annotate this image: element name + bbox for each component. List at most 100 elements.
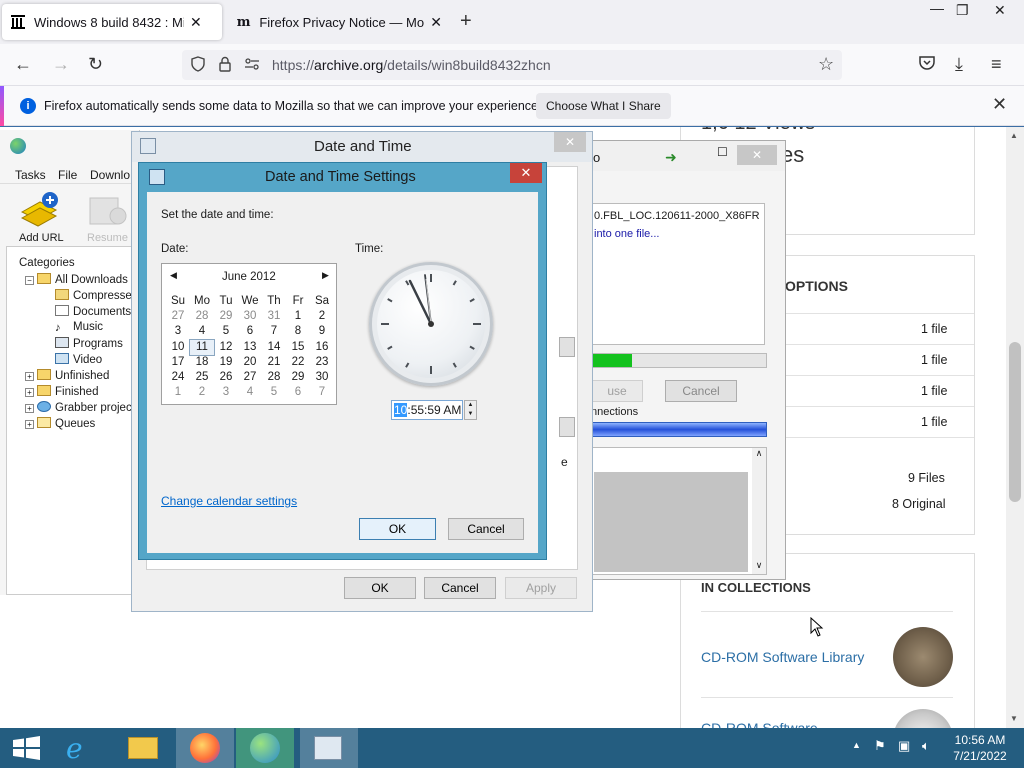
calendar-day[interactable]: 16 (310, 340, 334, 355)
volume-muted-icon[interactable]: 🔈︎ (922, 738, 930, 754)
calendar-day[interactable]: 28 (262, 370, 286, 385)
calendar-day[interactable]: 12 (214, 340, 238, 355)
menu-file[interactable]: File (58, 168, 77, 182)
shield-icon[interactable] (190, 56, 206, 75)
original-count[interactable]: 8 Original (892, 497, 946, 511)
forward-icon[interactable]: → (52, 54, 70, 75)
month-label[interactable]: June 2012 (222, 271, 276, 283)
calendar-day[interactable]: 22 (286, 355, 310, 370)
scrollbar-thumb[interactable] (1009, 342, 1021, 502)
list-scrollbar[interactable]: ∧ ∨ (752, 448, 766, 574)
show-hidden-icons[interactable]: ▲ (852, 740, 861, 750)
calendar-day[interactable]: 1 (286, 309, 310, 324)
calendar-day[interactable]: 27 (238, 370, 262, 385)
pocket-icon[interactable] (918, 54, 936, 77)
next-month-icon[interactable]: ▶ (322, 270, 329, 281)
time-rest[interactable]: :55:59 AM (407, 403, 461, 417)
calendar-day[interactable]: 18 (190, 355, 214, 370)
ok-button[interactable]: OK (344, 577, 416, 599)
calendar-day[interactable]: 2 (190, 385, 214, 400)
reload-icon[interactable]: ↻ (88, 54, 103, 75)
calendar-day[interactable]: 7 (262, 324, 286, 339)
close-tab-icon[interactable]: ✕ (190, 14, 202, 31)
system-clock[interactable]: 10:56 AM 7/21/2022 (944, 732, 1016, 764)
file-count[interactable]: 1 file (921, 384, 947, 398)
change-calendar-link[interactable]: Change calendar settings (161, 494, 297, 508)
file-count[interactable]: 1 file (921, 415, 947, 429)
spin-down-icon[interactable]: ▼ (465, 410, 476, 419)
scroll-down-icon[interactable]: ▼ (1010, 714, 1018, 723)
lock-icon[interactable] (218, 56, 232, 75)
tab-archive[interactable]: Windows 8 build 8432 : Microsc ✕ (2, 4, 222, 40)
tree-all-downloads[interactable]: − All Downloads (25, 273, 128, 286)
close-icon[interactable]: ✕ (737, 145, 777, 165)
calendar-day[interactable]: 6 (286, 385, 310, 400)
calendar-day[interactable]: 8 (286, 324, 310, 339)
menu-icon[interactable]: ≡ (991, 54, 1002, 75)
choose-what-i-share-button[interactable]: Choose What I Share (536, 93, 671, 119)
calendar-day[interactable]: 29 (286, 370, 310, 385)
url-text[interactable]: https://archive.org/details/win8build843… (272, 57, 551, 73)
calendar[interactable]: ◀ June 2012 ▶ Su Mo Tu We Th Fr Sa 27 28 29 30 31 1 2… (161, 263, 337, 405)
taskbar-explorer[interactable] (114, 728, 172, 768)
calendar-day[interactable]: 2 (310, 309, 334, 324)
calendar-day[interactable]: 3 (214, 385, 238, 400)
prev-month-icon[interactable]: ◀ (170, 270, 177, 281)
menu-tasks[interactable]: Tasks (15, 168, 46, 182)
time-input[interactable]: 10:55:59 AM (391, 400, 463, 420)
collection-link[interactable]: CD-ROM Software (701, 720, 818, 728)
calendar-day[interactable]: 26 (214, 370, 238, 385)
resume-button[interactable]: Resume (84, 190, 130, 244)
calendar-day[interactable]: 21 (262, 355, 286, 370)
calendar-day[interactable]: 5 (262, 385, 286, 400)
calendar-day[interactable]: 3 (166, 324, 190, 339)
time-hour[interactable]: 10 (394, 403, 408, 417)
calendar-day[interactable]: 29 (214, 309, 238, 324)
calendar-day[interactable]: 17 (166, 355, 190, 370)
network-icon[interactable]: ▣ (898, 738, 910, 754)
calendar-day[interactable]: 5 (214, 324, 238, 339)
taskbar-ie[interactable]: e (52, 728, 110, 768)
close-icon[interactable]: ✕ (554, 132, 586, 152)
apply-button[interactable]: Apply (505, 577, 577, 599)
calendar-day[interactable]: 30 (238, 309, 262, 324)
file-count[interactable]: 1 file (921, 322, 947, 336)
downloads-icon[interactable]: ⤓ (955, 54, 963, 75)
maximize-icon[interactable]: ☐ (717, 145, 728, 159)
url-bar[interactable]: https://archive.org/details/win8build843… (182, 50, 842, 80)
start-button[interactable] (0, 728, 58, 768)
calendar-day[interactable]: 28 (190, 309, 214, 324)
calendar-day[interactable]: 4 (190, 324, 214, 339)
calendar-day[interactable]: 25 (190, 370, 214, 385)
calendar-day[interactable]: 31 (262, 309, 286, 324)
back-icon[interactable]: ← (14, 54, 32, 75)
calendar-day[interactable]: 19 (214, 355, 238, 370)
calendar-day[interactable]: 24 (166, 370, 190, 385)
calendar-day[interactable]: 10 (166, 340, 190, 355)
taskbar-firefox[interactable] (176, 728, 234, 768)
bookmark-star-icon[interactable]: ☆ (818, 54, 834, 75)
calendar-day[interactable]: 15 (286, 340, 310, 355)
tree-queues[interactable]: + Queues (25, 417, 95, 430)
taskbar-date-time[interactable] (300, 728, 358, 768)
cancel-button[interactable]: Cancel (448, 518, 524, 540)
tree-documents[interactable]: Documents (55, 305, 131, 318)
total-files[interactable]: 9 Files (908, 471, 945, 485)
tree-programs[interactable]: Programs (55, 337, 123, 350)
calendar-day[interactable]: 20 (238, 355, 262, 370)
permissions-icon[interactable] (244, 56, 260, 75)
collection-link[interactable]: CD-ROM Software Library (701, 649, 864, 665)
tree-music[interactable]: ♪ Music (55, 321, 103, 334)
partial-button[interactable] (559, 417, 575, 437)
calendar-day[interactable]: 13 (238, 340, 262, 355)
close-window-icon[interactable]: ✕ (994, 2, 1006, 19)
calendar-day[interactable]: 1 (166, 385, 190, 400)
tab-privacy[interactable]: m Firefox Privacy Notice — Mozilla ✕ (228, 4, 450, 40)
calendar-day[interactable]: 9 (310, 324, 334, 339)
scroll-up-icon[interactable]: ▲ (1010, 131, 1018, 140)
page-scrollbar[interactable]: ▲ ▼ (1006, 127, 1024, 728)
tree-finished[interactable]: + Finished (25, 385, 98, 398)
collection-thumbnail[interactable] (893, 627, 953, 687)
pause-button[interactable]: use (591, 380, 643, 402)
ok-button[interactable]: OK (359, 518, 436, 540)
